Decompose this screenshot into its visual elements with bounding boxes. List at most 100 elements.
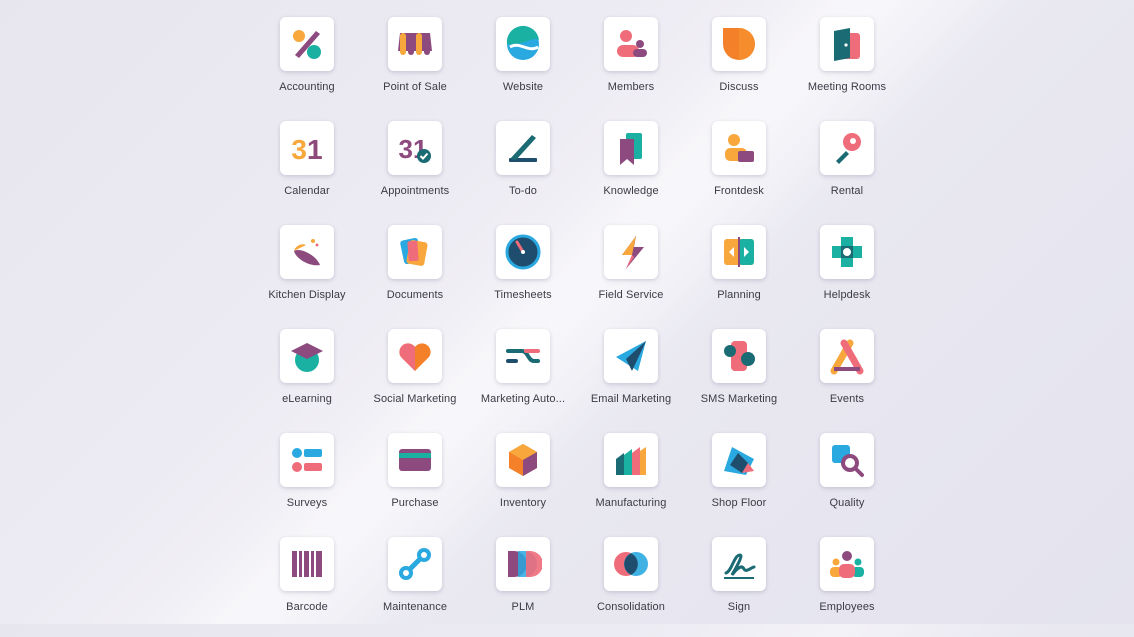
app-label: PLM [511, 601, 535, 613]
app-inventory[interactable]: Inventory [469, 433, 577, 533]
app-label: Consolidation [597, 601, 665, 613]
frontdesk-icon[interactable] [712, 121, 766, 175]
app-label: Documents [386, 289, 444, 301]
app-calendar[interactable]: 31 31 Calendar [253, 121, 361, 221]
app-todo[interactable]: To-do [469, 121, 577, 221]
meeting-rooms-icon[interactable] [820, 17, 874, 71]
app-label: Field Service [598, 289, 664, 301]
rental-icon[interactable] [820, 121, 874, 175]
shop-floor-icon[interactable] [712, 433, 766, 487]
app-accounting[interactable]: Accounting [253, 17, 361, 117]
inventory-icon[interactable] [496, 433, 550, 487]
app-grid: Accounting Point of Sale Website Members Dis… [0, 0, 1134, 624]
app-events[interactable]: Events [793, 329, 901, 429]
app-kitchen-display[interactable]: Kitchen Display [253, 225, 361, 325]
app-field-service[interactable]: Field Service [577, 225, 685, 325]
app-documents[interactable]: Documents [361, 225, 469, 325]
discuss-icon[interactable] [712, 17, 766, 71]
app-timesheets[interactable]: Timesheets [469, 225, 577, 325]
website-icon[interactable] [496, 17, 550, 71]
app-label: Members [607, 81, 655, 93]
app-employees[interactable]: Employees [793, 537, 901, 637]
app-label: Surveys [286, 497, 328, 509]
app-label: Inventory [499, 497, 547, 509]
app-label: Employees [819, 601, 875, 613]
app-helpdesk[interactable]: Helpdesk [793, 225, 901, 325]
app-rental[interactable]: Rental [793, 121, 901, 221]
documents-icon[interactable] [388, 225, 442, 279]
accounting-icon[interactable] [280, 17, 334, 71]
app-label: Discuss [719, 81, 759, 93]
app-email-marketing[interactable]: Email Marketing [577, 329, 685, 429]
app-planning[interactable]: Planning [685, 225, 793, 325]
app-label: Maintenance [382, 601, 448, 613]
manufacturing-icon[interactable] [604, 433, 658, 487]
email-marketing-icon[interactable] [604, 329, 658, 383]
employees-icon[interactable] [820, 537, 874, 591]
appointments-icon[interactable]: 31 [388, 121, 442, 175]
app-label: Email Marketing [590, 393, 672, 405]
app-purchase[interactable]: Purchase [361, 433, 469, 533]
quality-icon[interactable] [820, 433, 874, 487]
app-label: Calendar [284, 185, 330, 197]
social-marketing-icon[interactable] [388, 329, 442, 383]
app-website[interactable]: Website [469, 17, 577, 117]
app-social-marketing[interactable]: Social Marketing [361, 329, 469, 429]
point-of-sale-icon[interactable] [388, 17, 442, 71]
app-label: Point of Sale [383, 81, 447, 93]
plm-icon[interactable] [496, 537, 550, 591]
knowledge-icon[interactable] [604, 121, 658, 175]
app-appointments[interactable]: 31 Appointments [361, 121, 469, 221]
app-label: Shop Floor [711, 497, 767, 509]
app-label: Knowledge [603, 185, 659, 197]
app-label: To-do [508, 185, 538, 197]
app-label: Timesheets [494, 289, 552, 301]
todo-icon[interactable] [496, 121, 550, 175]
app-label: Website [502, 81, 544, 93]
sign-icon[interactable] [712, 537, 766, 591]
planning-icon[interactable] [712, 225, 766, 279]
app-label: Purchase [391, 497, 439, 509]
elearning-icon[interactable] [280, 329, 334, 383]
consolidation-icon[interactable] [604, 537, 658, 591]
app-members[interactable]: Members [577, 17, 685, 117]
app-sms-marketing[interactable]: SMS Marketing [685, 329, 793, 429]
app-knowledge[interactable]: Knowledge [577, 121, 685, 221]
field-service-icon[interactable] [604, 225, 658, 279]
app-frontdesk[interactable]: Frontdesk [685, 121, 793, 221]
timesheets-icon[interactable] [496, 225, 550, 279]
maintenance-icon[interactable] [388, 537, 442, 591]
barcode-icon[interactable] [280, 537, 334, 591]
app-meeting-rooms[interactable]: Meeting Rooms [793, 17, 901, 117]
app-maintenance[interactable]: Maintenance [361, 537, 469, 637]
surveys-icon[interactable] [280, 433, 334, 487]
app-label: Rental [830, 185, 864, 197]
purchase-icon[interactable] [388, 433, 442, 487]
app-label: Planning [717, 289, 761, 301]
app-manufacturing[interactable]: Manufacturing [577, 433, 685, 533]
app-label: Frontdesk [714, 185, 764, 197]
app-point-of-sale[interactable]: Point of Sale [361, 17, 469, 117]
app-surveys[interactable]: Surveys [253, 433, 361, 533]
app-consolidation[interactable]: Consolidation [577, 537, 685, 637]
app-quality[interactable]: Quality [793, 433, 901, 533]
app-marketing-automation[interactable]: Marketing Auto... [469, 329, 577, 429]
app-label: eLearning [282, 393, 332, 405]
app-plm[interactable]: PLM [469, 537, 577, 637]
app-sign[interactable]: Sign [685, 537, 793, 637]
app-label: Marketing Auto... [480, 393, 566, 405]
app-discuss[interactable]: Discuss [685, 17, 793, 117]
calendar-icon[interactable]: 31 31 [280, 121, 334, 175]
app-shop-floor[interactable]: Shop Floor [685, 433, 793, 533]
app-label: Helpdesk [823, 289, 871, 301]
events-icon[interactable] [820, 329, 874, 383]
app-barcode[interactable]: Barcode [253, 537, 361, 637]
kitchen-display-icon[interactable] [280, 225, 334, 279]
app-label: SMS Marketing [700, 393, 778, 405]
app-label: Accounting [279, 81, 335, 93]
sms-marketing-icon[interactable] [712, 329, 766, 383]
marketing-automation-icon[interactable] [496, 329, 550, 383]
helpdesk-icon[interactable] [820, 225, 874, 279]
members-icon[interactable] [604, 17, 658, 71]
app-elearning[interactable]: eLearning [253, 329, 361, 429]
